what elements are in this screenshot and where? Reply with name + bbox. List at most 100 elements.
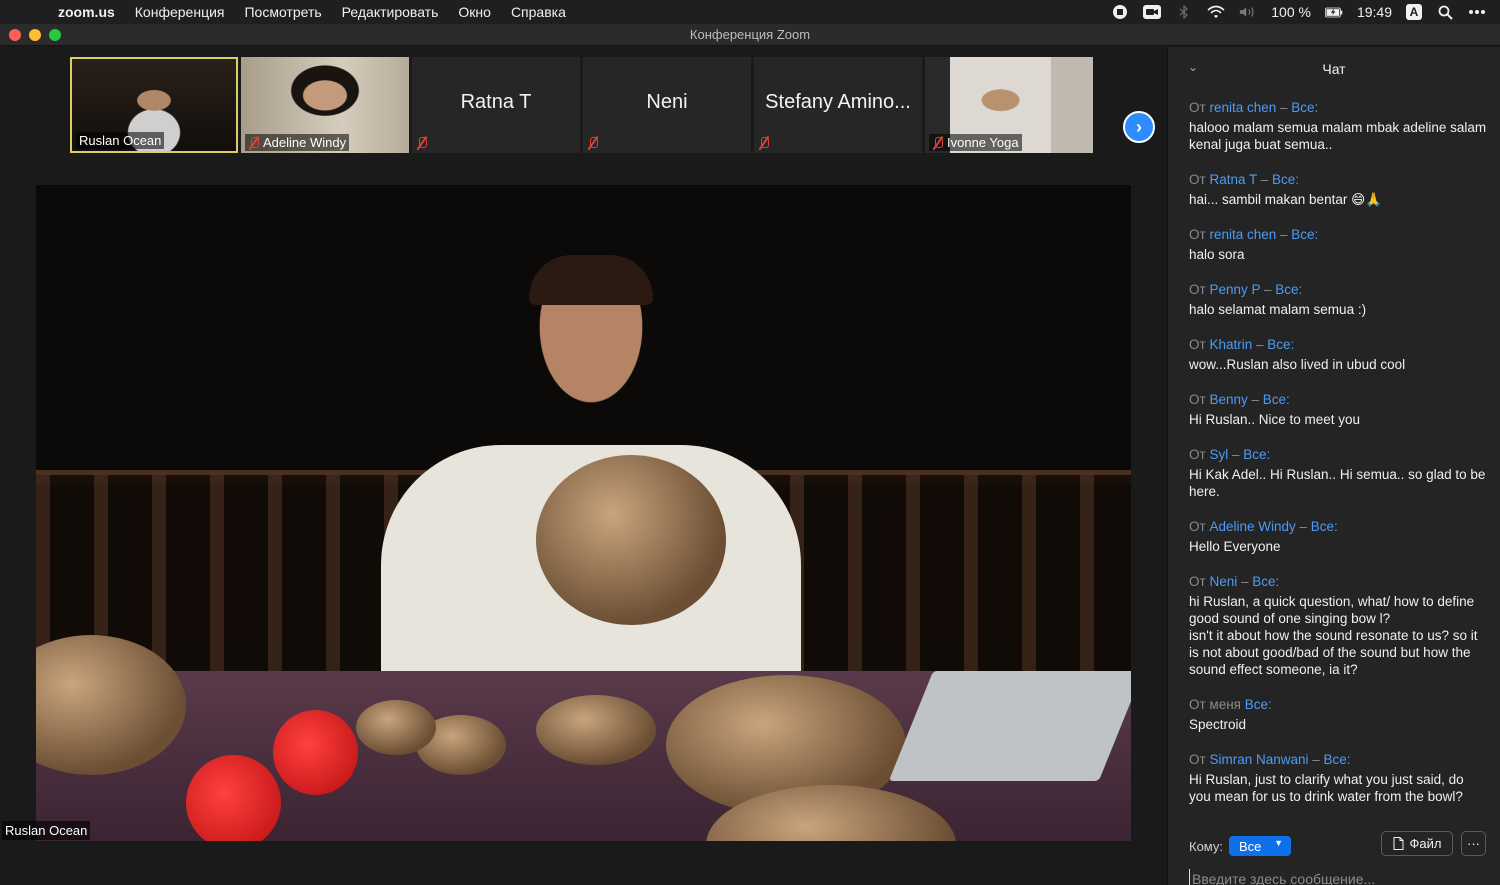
chat-message-separator: – (1276, 227, 1292, 242)
chat-message-recipient: Все: (1275, 282, 1303, 297)
chat-message-prefix: От (1189, 392, 1206, 407)
muted-mic-icon (587, 136, 599, 150)
chat-message-text: Hello Everyone (1189, 539, 1281, 554)
chat-message-sender[interactable]: Penny P (1209, 282, 1260, 297)
record-icon[interactable] (1111, 5, 1129, 19)
participant-name: Neni (646, 91, 688, 113)
muted-mic-icon (932, 136, 944, 150)
chat-message-sender[interactable]: Benny (1209, 392, 1247, 407)
input-source-icon[interactable]: A (1406, 4, 1422, 20)
participant-tile-ruslan[interactable]: Ruslan Ocean (70, 57, 238, 153)
chat-message-separator: – (1237, 574, 1253, 589)
singing-bowl-image (536, 455, 726, 625)
chat-message-prefix: От (1189, 282, 1206, 297)
recipient-select[interactable]: Все ▼ (1229, 836, 1291, 856)
chat-message-separator: – (1247, 392, 1263, 407)
chat-message-sender[interactable]: Khatrin (1209, 337, 1252, 352)
chat-message-sender[interactable]: Neni (1209, 574, 1237, 589)
menu-help[interactable]: Справка (511, 4, 566, 20)
chat-message-sender[interactable]: Syl (1209, 447, 1228, 462)
chat-message: От renita chen – Все: halooo malam semua … (1189, 99, 1489, 153)
window-controls (9, 29, 61, 41)
close-window-button[interactable] (9, 29, 21, 41)
chat-message: От Adeline Windy – Все: Hello Everyone (1189, 518, 1489, 555)
chat-message-text: hi Ruslan, a quick question, what/ how t… (1189, 594, 1478, 677)
main-speaker-video[interactable] (36, 185, 1131, 841)
participant-tile-adeline[interactable]: Adeline Windy (241, 57, 409, 153)
mallet-ball-image (186, 755, 281, 841)
chat-message-prefix: От (1189, 337, 1206, 352)
menu-app-name[interactable]: zoom.us (58, 4, 115, 20)
menu-conference[interactable]: Конференция (135, 4, 225, 20)
chat-message-recipient: Все: (1244, 697, 1272, 712)
chat-message-separator: – (1252, 337, 1268, 352)
menu-view[interactable]: Посмотреть (244, 4, 321, 20)
zoom-window: Конференция Zoom Ruslan Ocean Adeline Wi… (0, 24, 1500, 885)
chat-message-sender[interactable]: renita chen (1209, 100, 1276, 115)
minimize-window-button[interactable] (29, 29, 41, 41)
chat-message-prefix: От (1189, 172, 1206, 187)
chat-message-recipient: Все: (1262, 392, 1290, 407)
chat-message-prefix: От (1189, 752, 1206, 767)
chat-message-text: halooo malam semua malam mbak adeline sa… (1189, 120, 1487, 152)
to-label: Кому: (1189, 839, 1223, 854)
chat-message-recipient: Все: (1323, 752, 1351, 767)
next-page-button[interactable]: › (1123, 111, 1155, 143)
chat-message-meta: От Ratna T – Все: (1189, 171, 1489, 188)
chat-message-text: halo selamat malam semua :) (1189, 302, 1367, 317)
chat-message-sender[interactable]: renita chen (1209, 227, 1276, 242)
recipient-value: Все (1239, 838, 1262, 854)
menu-bar: zoom.us Конференция Посмотреть Редактиро… (0, 0, 1500, 24)
participant-tile-stefany[interactable]: Stefany Amino... (754, 57, 922, 153)
chat-title: Чат (1322, 61, 1346, 77)
chat-message-prefix: От (1189, 227, 1206, 242)
zoom-camera-icon[interactable] (1143, 5, 1162, 19)
chevron-down-icon[interactable]: ⌄ (1188, 60, 1198, 74)
chat-message: От Neni – Все: hi Ruslan, a quick questio… (1189, 573, 1489, 678)
wifi-icon[interactable] (1207, 5, 1225, 19)
chat-message-meta: От renita chen – Все: (1189, 226, 1489, 243)
chat-message-sender[interactable]: Ratna T (1209, 172, 1257, 187)
menu-window[interactable]: Окно (458, 4, 491, 20)
more-icon: ··· (1467, 836, 1480, 851)
chat-message-recipient: Все: (1310, 519, 1338, 534)
mallet-ball-image (273, 710, 358, 795)
chat-message-text: wow...Ruslan also lived in ubud cool (1189, 357, 1406, 372)
window-title: Конференция Zoom (689, 27, 811, 42)
participant-name: Stefany Amino... (765, 91, 911, 113)
chat-message-sender[interactable]: Simran Nanwani (1209, 752, 1308, 767)
participant-tile-ivonne[interactable]: Ivonne Yoga (925, 57, 1093, 153)
chat-message-recipient: Все: (1267, 337, 1295, 352)
chat-message-separator: – (1308, 752, 1324, 767)
participant-name-label: Ivonne Yoga (929, 134, 1022, 151)
file-button[interactable]: Файл (1381, 831, 1453, 856)
chat-message: От Syl – Все: Hi Kak Adel.. Hi Ruslan.. H… (1189, 446, 1489, 500)
participant-tile-ratna[interactable]: Ratna T (412, 57, 580, 153)
maximize-window-button[interactable] (49, 29, 61, 41)
singing-bowl-image (536, 695, 656, 765)
chat-message-prefix: От (1189, 519, 1206, 534)
control-center-icon[interactable] (1468, 5, 1486, 19)
chat-message-meta: От Benny – Все: (1189, 391, 1489, 408)
video-area: Ruslan Ocean Adeline Windy Ratna T Neni … (0, 47, 1166, 885)
chat-message-prefix: От (1189, 447, 1206, 462)
chat-message-text: Hi Ruslan.. Nice to meet you (1189, 412, 1361, 427)
battery-icon[interactable] (1324, 5, 1343, 19)
menu-edit[interactable]: Редактировать (342, 4, 439, 20)
chat-message-prefix: От (1189, 100, 1206, 115)
chat-message-list[interactable]: От renita chen – Все: halooo malam semua … (1189, 99, 1489, 823)
volume-icon[interactable] (1239, 5, 1257, 19)
bluetooth-icon[interactable] (1175, 5, 1193, 19)
spotlight-search-icon[interactable] (1436, 5, 1454, 20)
chat-message-sender[interactable]: Adeline Windy (1209, 519, 1295, 534)
participant-tile-neni[interactable]: Neni (583, 57, 751, 153)
chat-message: От Ratna T – Все: hai... sambil makan ben… (1189, 171, 1489, 208)
main-speaker-name: Ruslan Ocean (2, 821, 91, 840)
chat-message-recipient: Все: (1243, 447, 1271, 462)
chat-message-input[interactable] (1189, 869, 1479, 885)
participant-name-label: Adeline Windy (245, 134, 350, 151)
clock-time[interactable]: 19:49 (1357, 4, 1392, 20)
more-options-button[interactable]: ··· (1461, 831, 1486, 856)
chat-message: От Simran Nanwani – Все: Hi Ruslan, just … (1189, 751, 1489, 805)
chat-message-text: Spectroid (1189, 717, 1247, 732)
